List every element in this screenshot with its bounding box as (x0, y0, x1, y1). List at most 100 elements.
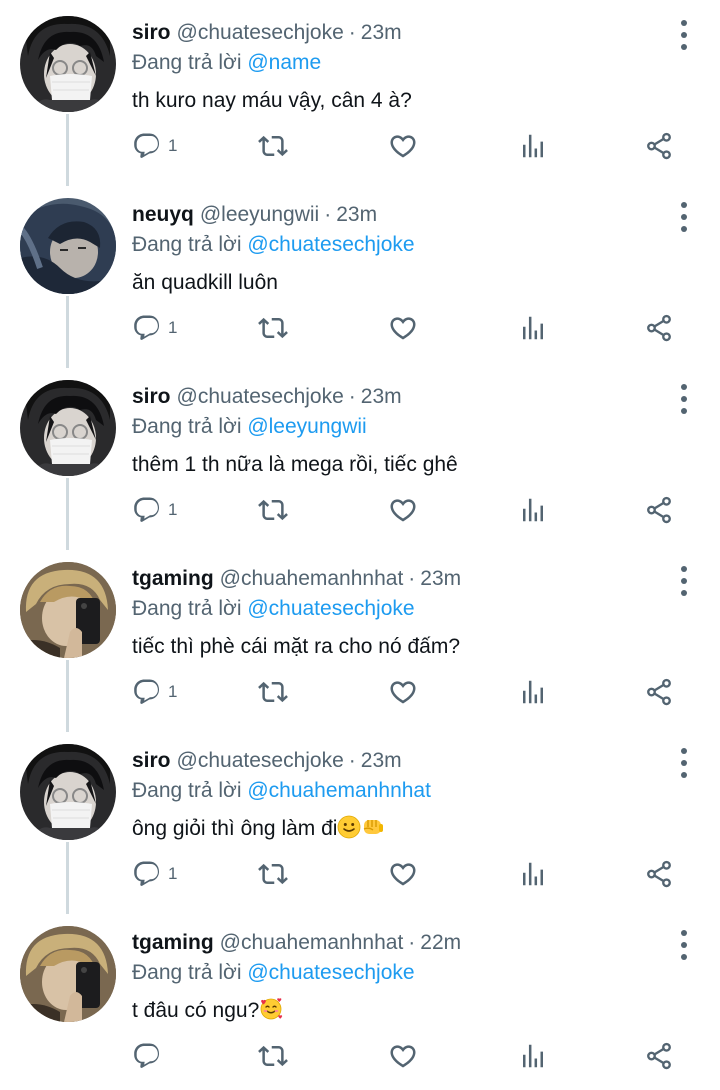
tweet[interactable]: neuyq @leeyungwii · 23m Đang trả lời @ch… (0, 182, 720, 364)
views-button[interactable] (518, 490, 548, 530)
retweet-button[interactable] (258, 126, 288, 166)
mention-link[interactable]: @chuahemanhnhat (247, 779, 431, 802)
display-name[interactable]: siro (132, 383, 171, 411)
views-icon (518, 495, 548, 525)
share-button[interactable] (644, 126, 674, 166)
share-button[interactable] (644, 308, 674, 348)
more-icon[interactable] (678, 20, 690, 50)
replying-to: Đang trả lời @chuahemanhnhat (132, 777, 431, 805)
retweet-button[interactable] (258, 308, 288, 348)
mention-link[interactable]: @chuatesechjoke (247, 233, 414, 256)
share-button[interactable] (644, 854, 674, 894)
share-button[interactable] (644, 1036, 674, 1076)
action-bar: 1 (132, 126, 692, 166)
reply-count: 1 (168, 318, 178, 337)
retweet-icon (258, 495, 288, 525)
like-icon (388, 495, 418, 525)
user-handle[interactable]: @leeyungwii (200, 201, 319, 229)
tweet[interactable]: tgaming @chuahemanhnhat · 23m Đang trả l… (0, 546, 720, 728)
reply-icon (132, 313, 162, 343)
views-icon (518, 1041, 548, 1071)
timestamp[interactable]: 23m (361, 747, 402, 775)
timestamp[interactable]: 23m (420, 565, 461, 593)
views-button[interactable] (518, 854, 548, 894)
views-button[interactable] (518, 308, 548, 348)
reply-button[interactable]: 1 (132, 126, 177, 166)
like-icon (388, 131, 418, 161)
like-button[interactable] (388, 308, 418, 348)
share-icon (644, 1041, 674, 1071)
reply-button[interactable]: 1 (132, 308, 177, 348)
avatar[interactable] (20, 926, 116, 1022)
display-name[interactable]: siro (132, 19, 171, 47)
tweet-text: ăn quadkill luôn (132, 271, 278, 294)
more-icon[interactable] (678, 748, 690, 778)
reply-button[interactable]: 1 (132, 672, 177, 712)
tweet[interactable]: siro @chuatesechjoke · 23m Đang trả lời … (0, 0, 720, 182)
avatar[interactable] (20, 198, 116, 294)
retweet-button[interactable] (258, 1036, 288, 1076)
action-bar: 1 (132, 672, 692, 712)
avatar[interactable] (20, 744, 116, 840)
retweet-button[interactable] (258, 672, 288, 712)
retweet-button[interactable] (258, 490, 288, 530)
more-icon[interactable] (678, 930, 690, 960)
views-button[interactable] (518, 672, 548, 712)
reply-button[interactable]: 1 (132, 490, 177, 530)
more-icon[interactable] (678, 566, 690, 596)
timestamp[interactable]: 23m (336, 201, 377, 229)
retweet-icon (258, 859, 288, 889)
tweet-text-content: t đâu có ngu? (132, 999, 260, 1022)
timestamp[interactable]: 22m (420, 929, 461, 957)
mention-link[interactable]: @leeyungwii (247, 415, 366, 438)
separator-dot: · (348, 385, 356, 408)
like-button[interactable] (388, 490, 418, 530)
like-button[interactable] (388, 854, 418, 894)
views-icon (518, 677, 548, 707)
user-handle[interactable]: @chuatesechjoke (177, 747, 344, 775)
avatar[interactable] (20, 380, 116, 476)
user-handle[interactable]: @chuahemanhnhat (220, 565, 404, 593)
reply-count: 1 (168, 136, 178, 155)
replying-to: Đang trả lời @chuatesechjoke (132, 595, 415, 623)
mention-link[interactable]: @chuatesechjoke (247, 597, 414, 620)
tweet[interactable]: siro @chuatesechjoke · 23m Đang trả lời … (0, 728, 720, 910)
share-button[interactable] (644, 490, 674, 530)
display-name[interactable]: tgaming (132, 565, 214, 593)
like-button[interactable] (388, 126, 418, 166)
timestamp[interactable]: 23m (361, 19, 402, 47)
smiling-face-with-hearts-icon (259, 997, 283, 1021)
avatar[interactable] (20, 562, 116, 658)
mention-link[interactable]: @name (247, 51, 321, 74)
tweet[interactable]: tgaming @chuahemanhnhat · 22m Đang trả l… (0, 910, 720, 1090)
slightly-smiling-face-icon (337, 815, 361, 839)
display-name[interactable]: siro (132, 747, 171, 775)
user-handle[interactable]: @chuatesechjoke (177, 383, 344, 411)
retweet-icon (258, 313, 288, 343)
retweet-icon (258, 677, 288, 707)
retweet-button[interactable] (258, 854, 288, 894)
display-name[interactable]: tgaming (132, 929, 214, 957)
replying-to-label: Đang trả lời (132, 415, 242, 438)
views-icon (518, 131, 548, 161)
like-button[interactable] (388, 672, 418, 712)
tweet-header: tgaming @chuahemanhnhat · 23m (132, 565, 461, 593)
timestamp[interactable]: 23m (361, 383, 402, 411)
tweet[interactable]: siro @chuatesechjoke · 23m Đang trả lời … (0, 364, 720, 546)
tweet-header: siro @chuatesechjoke · 23m (132, 747, 402, 775)
views-button[interactable] (518, 126, 548, 166)
mention-link[interactable]: @chuatesechjoke (247, 961, 414, 984)
views-button[interactable] (518, 1036, 548, 1076)
share-button[interactable] (644, 672, 674, 712)
like-button[interactable] (388, 1036, 418, 1076)
avatar[interactable] (20, 16, 116, 112)
display-name[interactable]: neuyq (132, 201, 194, 229)
user-handle[interactable]: @chuahemanhnhat (220, 929, 404, 957)
replying-to: Đang trả lời @leeyungwii (132, 413, 367, 441)
tweet-header: siro @chuatesechjoke · 23m (132, 383, 402, 411)
more-icon[interactable] (678, 384, 690, 414)
reply-button[interactable] (132, 1036, 168, 1076)
reply-button[interactable]: 1 (132, 854, 177, 894)
more-icon[interactable] (678, 202, 690, 232)
user-handle[interactable]: @chuatesechjoke (177, 19, 344, 47)
